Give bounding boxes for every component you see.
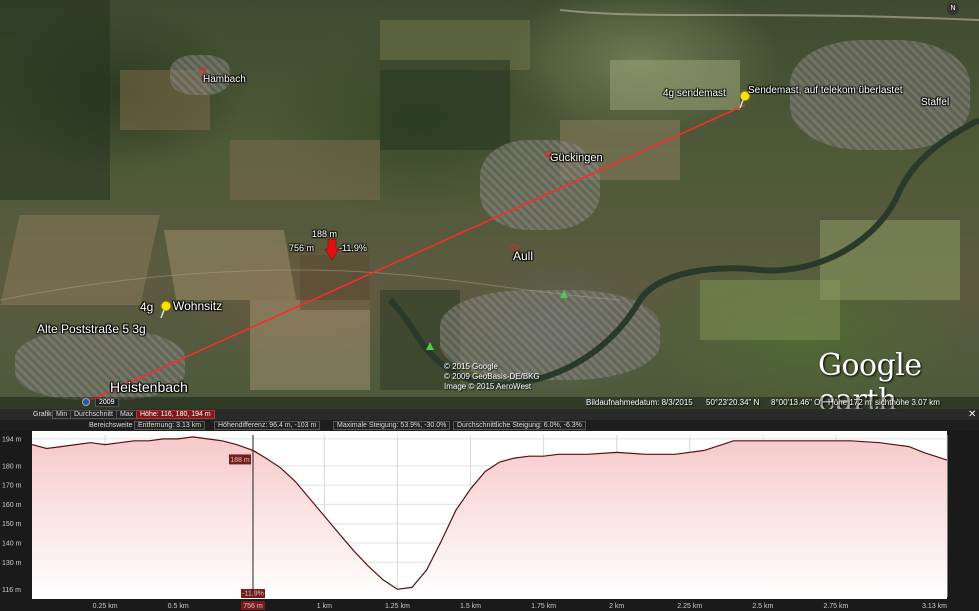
copyright-text: © 2015 Google © 2009 GeoBasis-DE/BKG Ima… bbox=[444, 362, 540, 392]
cursor-height-label: 188 m bbox=[312, 229, 338, 239]
cursor-slope-value: -11.9% bbox=[242, 591, 264, 598]
eye-altitude-readout: sichthöhe 3.07 km bbox=[875, 398, 940, 407]
close-icon[interactable]: ✕ bbox=[968, 409, 976, 420]
place-label-gueckingen: Gückingen bbox=[550, 152, 603, 164]
x-tick-label: 1 km bbox=[317, 603, 332, 610]
height-series-toggle[interactable]: Höhe: 116, 180, 194 m bbox=[136, 410, 215, 419]
graph-min-button[interactable]: Min bbox=[52, 410, 72, 419]
copyright-line: © 2015 Google bbox=[444, 362, 498, 371]
x-tick-label: 1.25 km bbox=[385, 603, 410, 610]
graph-average-button[interactable]: Durchschnitt bbox=[70, 410, 117, 419]
height-difference-stat: Höhendifferenz: 96.4 m, -103 m bbox=[214, 421, 321, 430]
placemark-label-4g-sendemast[interactable]: 4g sendemast bbox=[663, 88, 726, 99]
x-tick-label: 3.13 km bbox=[922, 603, 947, 610]
profile-stats-bar: Bereichsweite Entfernung: 3.13 km Höhend… bbox=[0, 420, 979, 431]
longitude-readout: 8°00'13.46" O bbox=[771, 398, 821, 407]
x-tick-label: 2.75 km bbox=[823, 603, 848, 610]
y-tick-label: 160 m bbox=[2, 502, 22, 509]
imagery-date: Bildaufnahmedatum: 8/3/2015 bbox=[586, 398, 693, 407]
poi-circle-icon[interactable] bbox=[199, 67, 206, 74]
cursor-arrow-icon bbox=[325, 239, 339, 261]
y-tick-label: 150 m bbox=[2, 521, 22, 528]
x-tick-label: 1.75 km bbox=[531, 603, 556, 610]
x-tick-label: 1.5 km bbox=[460, 603, 481, 610]
x-tick-label: 756 m bbox=[243, 603, 263, 610]
max-slope-stat: Maximale Steigung: 53.9%, -30.0% bbox=[333, 421, 451, 430]
x-tick-label: 2 km bbox=[609, 603, 624, 610]
place-label-hambach: Hambach bbox=[203, 74, 246, 85]
place-label-aull: Aull bbox=[513, 249, 534, 263]
profile-toolbar: Grafik: Min Durchschnitt Max Höhe: 116, … bbox=[0, 409, 979, 420]
y-tick-label: 170 m bbox=[2, 483, 22, 490]
elevation-readout: Höhe 172 m bbox=[828, 398, 872, 407]
placemark-label-wohnsitz[interactable]: Wohnsitz bbox=[173, 299, 222, 313]
place-label-staffel: Staffel bbox=[921, 97, 950, 108]
poi-circle-icon[interactable] bbox=[511, 244, 518, 251]
y-tick-label: 180 m bbox=[2, 463, 22, 470]
x-tick-label: 0.5 km bbox=[168, 603, 189, 610]
park-tree-icon[interactable] bbox=[560, 290, 568, 298]
place-label-heistenbach: Heistenbach bbox=[110, 379, 188, 395]
elevation-chart[interactable]: 194 m 180 m 170 m 160 m 150 m 140 m 130 m 116 m… bbox=[0, 431, 979, 611]
north-compass-icon[interactable]: N bbox=[947, 3, 959, 15]
placemark-label-sendemast[interactable]: Sendemast, auf telekom überlastet bbox=[748, 85, 903, 96]
x-tick-label: 0.25 km bbox=[93, 603, 118, 610]
graph-max-button[interactable]: Max bbox=[116, 410, 138, 419]
historical-imagery-year-badge[interactable]: 2009 bbox=[95, 398, 119, 407]
y-tick-label: 194 m bbox=[2, 436, 22, 443]
copyright-line: © 2009 GeoBasis-DE/BKG bbox=[444, 372, 540, 381]
cursor-slope-label: -11.9% bbox=[339, 243, 367, 253]
placemark-label-poststrasse[interactable]: Alte Poststraße 5 3g bbox=[37, 322, 146, 336]
placemark-prefix-4g: 4g bbox=[140, 300, 154, 314]
y-tick-label: 130 m bbox=[2, 560, 22, 567]
y-tick-label: 140 m bbox=[2, 541, 22, 548]
poi-circle-icon[interactable] bbox=[545, 151, 552, 158]
range-label: Bereichsweite bbox=[89, 422, 133, 429]
elevation-profile-panel: Grafik: Min Durchschnitt Max Höhe: 116, … bbox=[0, 409, 979, 611]
cursor-distance-label: 756 m bbox=[289, 243, 315, 253]
y-tick-label: 116 m bbox=[2, 587, 21, 594]
x-tick-label: 2.5 km bbox=[752, 603, 773, 610]
pushpin-icon[interactable] bbox=[159, 300, 173, 318]
cursor-height-value: 188 m bbox=[230, 457, 250, 464]
park-tree-icon[interactable] bbox=[426, 342, 434, 350]
map-status-bar: Bildaufnahmedatum: 8/3/2015 50°23'20.34"… bbox=[0, 397, 979, 409]
avg-slope-stat: Durchschnittliche Steigung: 6.0%, -6.3% bbox=[453, 421, 586, 430]
distance-stat: Entfernung: 3.13 km bbox=[134, 421, 206, 430]
x-tick-label: 2.25 km bbox=[677, 603, 702, 610]
latitude-readout: 50°23'20.34" N bbox=[706, 398, 760, 407]
copyright-line: Image © 2015 AeroWest bbox=[444, 382, 532, 391]
satellite-map-view[interactable]: 188 m 756 m -11.9% Hambach Gückingen Aul… bbox=[0, 0, 979, 409]
path-line bbox=[85, 104, 746, 403]
